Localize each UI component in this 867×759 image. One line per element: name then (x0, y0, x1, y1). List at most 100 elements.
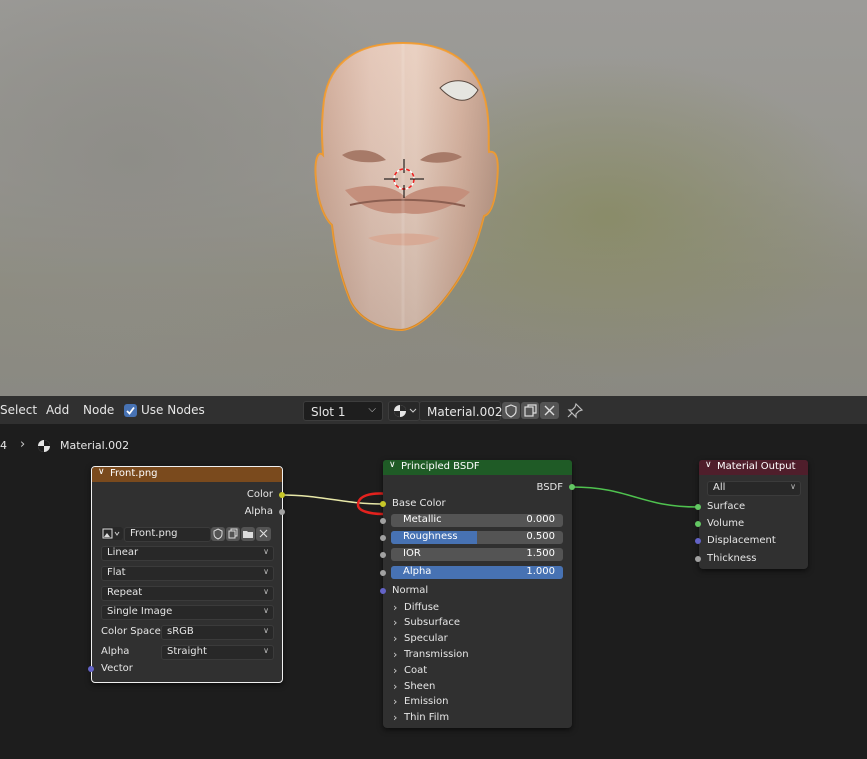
duplicate-icon (524, 404, 537, 417)
socket-normal-in[interactable] (380, 588, 386, 594)
socket-color-out[interactable] (279, 492, 285, 498)
socket-thickness-in[interactable] (695, 556, 701, 562)
extension-value: Repeat (107, 587, 143, 598)
color-space-dropdown[interactable]: sRGB ∨ (161, 625, 274, 640)
ior-value: 1.500 (526, 548, 555, 559)
principled-bsdf-node[interactable]: ∨ Principled BSDF BSDF Base Color Metall… (383, 460, 572, 728)
chevron-down-icon: ∨ (263, 646, 269, 655)
socket-vector-in[interactable] (88, 666, 94, 672)
metallic-field[interactable]: Metallic 0.000 (391, 514, 563, 527)
unlink-material-button[interactable] (540, 402, 559, 419)
fake-user-button[interactable] (502, 402, 520, 419)
pin-icon (567, 402, 584, 419)
chevron-right-icon: › (20, 437, 26, 452)
use-nodes-checkbox[interactable] (124, 404, 137, 417)
slot-dropdown[interactable]: Slot 1 ⌵ (303, 401, 383, 421)
menu-select[interactable]: Select (0, 403, 37, 417)
duplicate-icon (228, 528, 238, 539)
image-node-header[interactable]: ∨ Front.png (92, 467, 282, 482)
breadcrumb-material[interactable]: Material.002 (60, 439, 129, 452)
alpha-mode-dropdown[interactable]: Straight ∨ (161, 645, 274, 660)
material-name-field[interactable]: Material.002 (419, 401, 503, 421)
thickness-label: Thickness (707, 553, 757, 564)
chevron-right-icon: › (393, 616, 398, 629)
material-output-node[interactable]: ∨ Material Output All ∨ Surface Volume D… (699, 460, 808, 569)
socket-metallic-in[interactable] (380, 518, 386, 524)
chevron-down-icon[interactable]: ∨ (98, 467, 105, 477)
chevron-down-icon[interactable]: ∨ (705, 460, 712, 470)
image-icon (102, 528, 120, 539)
image-texture-node[interactable]: ∨ Front.png Color Alpha Front.png Linear… (91, 466, 283, 683)
image-unlink-button[interactable] (256, 527, 271, 541)
bsdf-node-title: Principled BSDF (401, 461, 480, 472)
chevron-down-icon: ∨ (263, 547, 269, 556)
displacement-label: Displacement (707, 535, 776, 546)
alpha-field[interactable]: Alpha 1.000 (391, 566, 563, 579)
socket-volume-in[interactable] (695, 521, 701, 527)
use-nodes-label: Use Nodes (141, 403, 205, 417)
projection-dropdown[interactable]: Flat ∨ (101, 566, 274, 581)
alpha-mode-value: Straight (167, 646, 207, 657)
pin-button[interactable] (566, 402, 584, 419)
socket-base-color-in[interactable] (380, 501, 386, 507)
output-color-label: Color (246, 489, 273, 500)
chevron-right-icon: › (393, 680, 398, 693)
source-value: Single Image (107, 606, 173, 617)
chevron-down-icon: ∨ (790, 482, 796, 491)
roughness-field[interactable]: Roughness 0.500 (391, 531, 563, 544)
bsdf-output-label: BSDF (536, 482, 563, 493)
menu-add[interactable]: Add (46, 403, 69, 417)
volume-label: Volume (707, 518, 745, 529)
output-target-value: All (713, 482, 726, 493)
socket-surface-in[interactable] (695, 504, 701, 510)
projection-value: Flat (107, 567, 126, 578)
folder-icon (243, 531, 253, 538)
image-name-field[interactable]: Front.png (124, 527, 211, 542)
chevron-down-icon: ∨ (263, 587, 269, 596)
metallic-value: 0.000 (526, 514, 555, 525)
extension-dropdown[interactable]: Repeat ∨ (101, 586, 274, 601)
image-fake-user-button[interactable] (211, 527, 225, 541)
material-name: Material.002 (427, 405, 503, 419)
metallic-label: Metallic (403, 514, 442, 525)
3d-viewport[interactable] (0, 0, 867, 396)
chevron-right-icon: › (393, 601, 398, 614)
ior-field[interactable]: IOR 1.500 (391, 548, 563, 561)
menu-node[interactable]: Node (83, 403, 114, 417)
output-node-header[interactable]: ∨ Material Output (699, 460, 808, 475)
image-open-button[interactable] (241, 527, 255, 541)
output-alpha-label: Alpha (244, 506, 273, 517)
chevron-right-icon: › (393, 664, 398, 677)
socket-bsdf-out[interactable] (569, 484, 575, 490)
slot-value: Slot 1 (311, 405, 346, 419)
chevron-right-icon: › (393, 632, 398, 645)
socket-alpha-out[interactable] (279, 509, 285, 515)
base-color-label: Base Color (392, 498, 446, 509)
image-new-button[interactable] (226, 527, 240, 541)
chevron-right-icon: › (393, 711, 398, 724)
material-browse-button[interactable] (388, 401, 420, 421)
output-target-dropdown[interactable]: All ∨ (707, 481, 801, 496)
image-node-title: Front.png (110, 468, 158, 479)
new-material-button[interactable] (521, 402, 539, 419)
breadcrumb-prefix: 4 (0, 439, 7, 452)
image-browse-button[interactable] (101, 527, 123, 540)
head-mesh[interactable] (314, 41, 499, 332)
normal-label: Normal (392, 585, 429, 596)
ior-label: IOR (403, 548, 421, 559)
socket-alpha-in[interactable] (380, 570, 386, 576)
chevron-down-icon: ∨ (263, 567, 269, 576)
chevron-right-icon: › (393, 695, 398, 708)
alpha-value: 1.000 (526, 566, 555, 577)
socket-ior-in[interactable] (380, 552, 386, 558)
color-space-label: Color Space (101, 626, 161, 637)
shield-icon (213, 528, 223, 540)
socket-displacement-in[interactable] (695, 538, 701, 544)
bsdf-node-header[interactable]: ∨ Principled BSDF (383, 460, 572, 475)
interpolation-dropdown[interactable]: Linear ∨ (101, 546, 274, 561)
source-dropdown[interactable]: Single Image ∨ (101, 605, 274, 620)
chevron-down-icon: ⌵ (368, 404, 376, 415)
chevron-down-icon[interactable]: ∨ (389, 460, 396, 470)
socket-roughness-in[interactable] (380, 535, 386, 541)
chevron-down-icon: ∨ (263, 626, 269, 635)
